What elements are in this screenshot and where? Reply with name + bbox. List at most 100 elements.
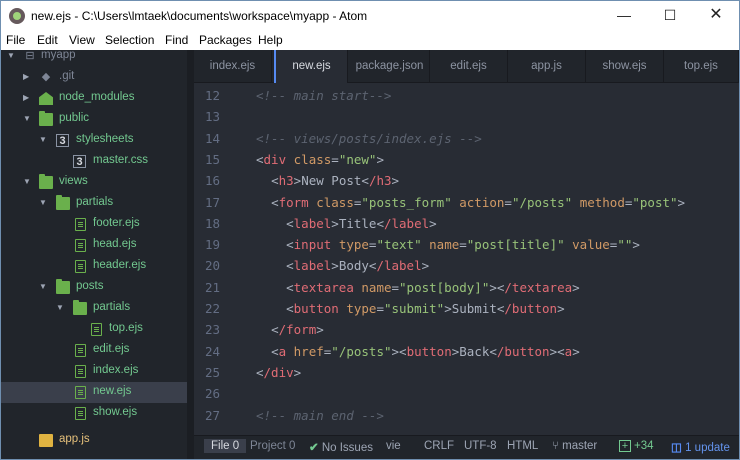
code-line[interactable]: 16 <h3>New Post</h3> <box>194 170 739 191</box>
code-line[interactable]: 18 <label>Title</label> <box>194 213 739 234</box>
code-line[interactable]: 13 <box>194 106 739 127</box>
code-line[interactable]: 15 <div class="new"> <box>194 149 739 170</box>
code-text: <a href="/posts"><button>Back</button><a… <box>271 343 580 359</box>
tree-item-footer-ejs[interactable]: footer.ejs <box>1 214 187 235</box>
minimize-button[interactable]: — <box>601 1 647 31</box>
file-issue-count: 0 <box>232 440 240 452</box>
line-number: 14 <box>204 130 220 146</box>
tree-item-master-css[interactable]: 3 master.css <box>1 151 187 172</box>
code-line[interactable]: 17 <form class="posts_form" action="/pos… <box>194 192 739 213</box>
code-line[interactable]: 19 <input type="text" name="post[title]"… <box>194 234 739 255</box>
file-icon <box>75 407 86 420</box>
menu-packages[interactable]: Packages <box>199 33 252 47</box>
tree-item-app-js[interactable]: app.js <box>1 430 187 451</box>
code-text: <textarea name="post[body]"></textarea> <box>286 279 580 295</box>
menu-file[interactable]: File <box>6 33 25 47</box>
file-icon <box>75 344 86 357</box>
close-button[interactable]: ✕ <box>693 1 739 31</box>
tab-new-ejs[interactable]: new.ejs <box>274 50 348 83</box>
file-icon <box>75 365 86 378</box>
tab-bar: index.ejs new.ejs package.json edit.ejs … <box>194 50 739 83</box>
project-tab-label: Project <box>250 440 286 452</box>
tree-item-edit-ejs[interactable]: edit.ejs <box>1 340 187 361</box>
grammar[interactable]: HTML <box>507 440 538 452</box>
code-line[interactable]: 22 <button type="submit">Submit</button> <box>194 298 739 319</box>
branch-label: master <box>562 440 598 452</box>
tree-item-label: master.css <box>93 154 148 166</box>
chevron-right-icon: ▶ <box>23 72 30 81</box>
linter-status[interactable]: ✔ No Issues <box>309 440 373 454</box>
tree-item-label: posts <box>76 280 104 292</box>
tree-item-header-ejs[interactable]: header.ejs <box>1 256 187 277</box>
tree-item-new-ejs[interactable]: new.ejs <box>1 382 187 403</box>
git-diff-status[interactable]: + +34 <box>619 440 654 452</box>
chevron-down-icon: ▼ <box>56 303 64 312</box>
code-line[interactable]: 24 <a href="/posts"><button>Back</button… <box>194 341 739 362</box>
folder-icon <box>73 300 87 315</box>
status-bar: File 0 Project 0 ✔ No Issues vie CRLF UT… <box>194 435 739 459</box>
tree-item-stylesheets[interactable]: ▼ 3 stylesheets <box>1 130 187 151</box>
tree-item-partials[interactable]: ▼ partials <box>1 193 187 214</box>
tree-item-show-ejs[interactable]: show.ejs <box>1 403 187 424</box>
code-text: <!-- main start--> <box>256 88 392 103</box>
line-ending[interactable]: CRLF <box>424 440 454 452</box>
tree-item-posts[interactable]: ▼ posts <box>1 277 187 298</box>
title-bar: new.ejs - C:\Users\lmtaek\documents\work… <box>1 1 739 31</box>
tree-scrollbar[interactable] <box>187 50 194 459</box>
menu-help[interactable]: Help <box>258 33 283 47</box>
editor-scrollbar[interactable] <box>736 83 739 435</box>
code-line[interactable]: 20 <label>Body</label> <box>194 255 739 276</box>
tree-item-head-ejs[interactable]: head.ejs <box>1 235 187 256</box>
tree-item-label: partials <box>76 196 114 208</box>
menu-find[interactable]: Find <box>165 33 188 47</box>
tab-package-json[interactable]: package.json <box>350 50 430 83</box>
project-issues-tab[interactable]: Project 0 <box>244 439 301 453</box>
code-line[interactable]: 21 <textarea name="post[body]"></textare… <box>194 277 739 298</box>
code-line[interactable]: 12 <!-- main start--> <box>194 85 739 106</box>
tab-edit-ejs[interactable]: edit.ejs <box>430 50 508 83</box>
encoding[interactable]: UTF-8 <box>464 440 497 452</box>
line-number: 16 <box>204 173 220 189</box>
package-updates[interactable]: ◫ 1 update <box>671 440 730 454</box>
code-editor[interactable]: 12 <!-- main start--> 13 14 <!-- views/posts… <box>194 83 739 435</box>
tree-item-posts-partials[interactable]: ▼ partials <box>1 298 187 319</box>
tree-item-top-ejs[interactable]: top.ejs <box>1 319 187 340</box>
code-line[interactable]: 25 </div> <box>194 362 739 383</box>
chevron-down-icon: ▼ <box>39 135 47 144</box>
code-line[interactable]: 27 <!-- main end --> <box>194 405 739 426</box>
tree-item-public[interactable]: ▼ public <box>1 109 187 130</box>
menu-selection[interactable]: Selection <box>105 33 154 47</box>
atom-logo-icon <box>9 8 25 24</box>
code-line[interactable]: 26 <box>194 383 739 404</box>
line-number: 24 <box>204 343 220 359</box>
menu-view[interactable]: View <box>69 33 95 47</box>
atom-window: new.ejs - C:\Users\lmtaek\documents\work… <box>0 0 740 460</box>
tree-item-label: views <box>59 175 88 187</box>
menu-bar: File Edit View Selection Find Packages H… <box>1 31 739 50</box>
line-number: 12 <box>204 88 220 103</box>
tree-item-label: head.ejs <box>93 238 137 250</box>
maximize-button[interactable]: ☐ <box>647 1 693 31</box>
window-title: new.ejs - C:\Users\lmtaek\documents\work… <box>31 9 368 23</box>
tab-app-js[interactable]: app.js <box>508 50 586 83</box>
tree-item-git[interactable]: ▶ ◆ .git <box>1 67 187 88</box>
tab-index-ejs[interactable]: index.ejs <box>194 50 272 83</box>
git-icon: ◆ <box>41 71 51 83</box>
code-line[interactable]: 23 </form> <box>194 319 739 340</box>
tab-top-ejs[interactable]: top.ejs <box>664 50 739 83</box>
tree-item-myapp[interactable]: ▼ ⊟ myapp <box>1 50 187 67</box>
tree-item-views[interactable]: ▼ views <box>1 172 187 193</box>
tree-item-index-ejs[interactable]: index.ejs <box>1 361 187 382</box>
vim-mode[interactable]: vie <box>386 440 401 452</box>
git-branch[interactable]: ⑂ master <box>552 440 597 452</box>
tab-show-ejs[interactable]: show.ejs <box>586 50 664 83</box>
css3-icon: 3 <box>56 134 69 147</box>
chevron-down-icon: ▼ <box>7 51 15 60</box>
tree-item-label: new.ejs <box>93 385 132 397</box>
file-issues-tab[interactable]: File 0 <box>204 439 247 453</box>
js-file-icon <box>39 434 53 447</box>
menu-edit[interactable]: Edit <box>37 33 58 47</box>
code-text: <h3>New Post</h3> <box>271 173 400 189</box>
tree-item-node-modules[interactable]: ▶ node_modules <box>1 88 187 109</box>
code-line[interactable]: 14 <!-- views/posts/index.ejs --> <box>194 128 739 149</box>
